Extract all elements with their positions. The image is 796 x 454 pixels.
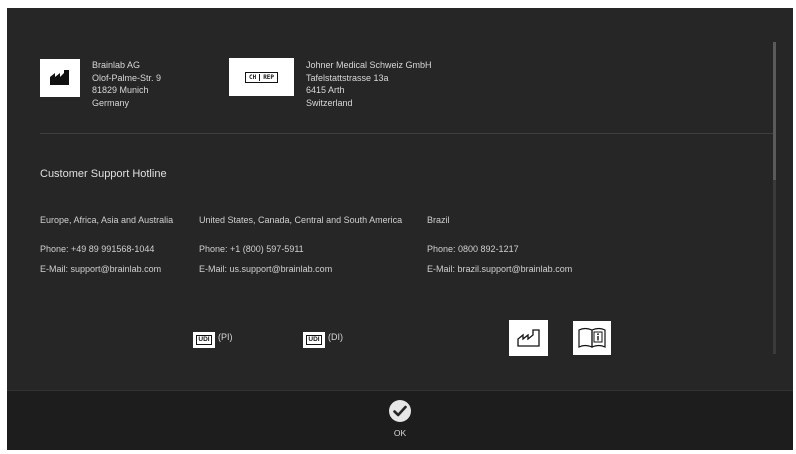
about-dialog: Brainlab AG Olof-Palme-Str. 9 81829 Muni…: [7, 8, 793, 450]
dialog-content: Brainlab AG Olof-Palme-Str. 9 81829 Muni…: [7, 8, 793, 390]
manufacturer-city: 81829 Munich: [92, 85, 149, 95]
ch-rep-badge-left: CH: [248, 73, 257, 81]
manufacturer-icon: [40, 59, 80, 97]
manufacturer-name: Brainlab AG: [92, 60, 141, 70]
support-email: E-Mail: us.support@brainlab.com: [199, 264, 333, 274]
ch-rep-address: Johner Medical Schweiz GmbH Tafelstattst…: [306, 59, 432, 109]
support-phone: Phone: 0800 892-1217: [427, 244, 519, 254]
checkmark-icon: [389, 400, 411, 422]
consult-instructions-icon: [573, 321, 611, 355]
region-name: Brazil: [427, 215, 450, 225]
udi-di: UDI (DI): [303, 332, 343, 348]
section-divider: [40, 133, 773, 134]
udi-di-label: (DI): [328, 332, 343, 342]
udi-pi: UDI (PI): [193, 332, 233, 348]
ch-rep-icon: CH REP: [229, 58, 294, 96]
ch-rep-badge-right: REP: [259, 73, 277, 81]
scrollbar-thumb[interactable]: [773, 42, 776, 180]
udi-icon: UDI: [193, 332, 215, 348]
support-phone: Phone: +1 (800) 597-5911: [199, 244, 304, 254]
ch-rep-city: 6415 Arth: [306, 85, 345, 95]
udi-icon: UDI: [303, 332, 325, 348]
manufacturer-address: Brainlab AG Olof-Palme-Str. 9 81829 Muni…: [92, 59, 161, 109]
ch-rep-name: Johner Medical Schweiz GmbH: [306, 60, 432, 70]
region-name: United States, Canada, Central and South…: [199, 215, 403, 225]
support-email: E-Mail: brazil.support@brainlab.com: [427, 264, 573, 274]
date-of-manufacture-icon: [509, 320, 548, 356]
manufacturer-country: Germany: [92, 97, 130, 108]
ch-rep-street: Tafelstattstrasse 13a: [306, 72, 389, 83]
udi-pi-label: (PI): [218, 332, 233, 342]
manufacturer-street: Olof-Palme-Str. 9: [92, 72, 162, 83]
support-email: E-Mail: support@brainlab.com: [40, 264, 162, 274]
support-phone: Phone: +49 89 991568-1044: [40, 244, 155, 254]
ch-rep-country: Switzerland: [306, 97, 353, 108]
support-heading: Customer Support Hotline: [40, 168, 167, 180]
region-name: Europe, Africa, Asia and Australia: [40, 215, 174, 225]
ok-label: OK: [393, 428, 407, 438]
ok-button[interactable]: OK: [385, 400, 415, 446]
